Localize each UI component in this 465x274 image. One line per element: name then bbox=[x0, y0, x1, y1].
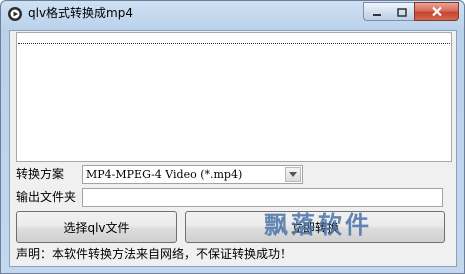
close-button[interactable] bbox=[414, 2, 459, 21]
scheme-select[interactable]: MP4-MPEG-4 Video (*.mp4) bbox=[82, 165, 303, 184]
scheme-label: 转换方案 bbox=[16, 167, 65, 181]
list-focus-indicator bbox=[18, 43, 450, 44]
disclaimer-text: 声明：本软件转换方法来自网络，不保证转换成功！ bbox=[16, 247, 293, 261]
watermark-text: 飘落软件 bbox=[264, 211, 372, 239]
client-area: 转换方案 MP4-MPEG-4 Video (*.mp4) 输出文件夹 选择ql… bbox=[9, 30, 457, 267]
title-bar[interactable]: qlv格式转换成mp4 bbox=[1, 1, 464, 29]
maximize-button[interactable] bbox=[389, 2, 415, 21]
scheme-value: MP4-MPEG-4 Video (*.mp4) bbox=[86, 168, 243, 181]
file-list[interactable] bbox=[16, 32, 452, 162]
minimize-icon bbox=[372, 2, 382, 21]
app-logo-icon bbox=[7, 6, 23, 22]
minimize-button[interactable] bbox=[363, 2, 390, 21]
output-folder-label: 输出文件夹 bbox=[16, 190, 77, 204]
close-icon bbox=[431, 2, 443, 21]
app-window: qlv格式转换成mp4 转换方案 MP4-MPEG-4 Video (*.mp4… bbox=[0, 0, 465, 274]
maximize-icon bbox=[396, 2, 407, 21]
chevron-down-icon[interactable] bbox=[285, 167, 301, 182]
select-qlv-button[interactable]: 选择qlv文件 bbox=[16, 211, 177, 243]
window-title: qlv格式转换成mp4 bbox=[28, 6, 133, 20]
output-folder-input[interactable] bbox=[82, 188, 443, 207]
